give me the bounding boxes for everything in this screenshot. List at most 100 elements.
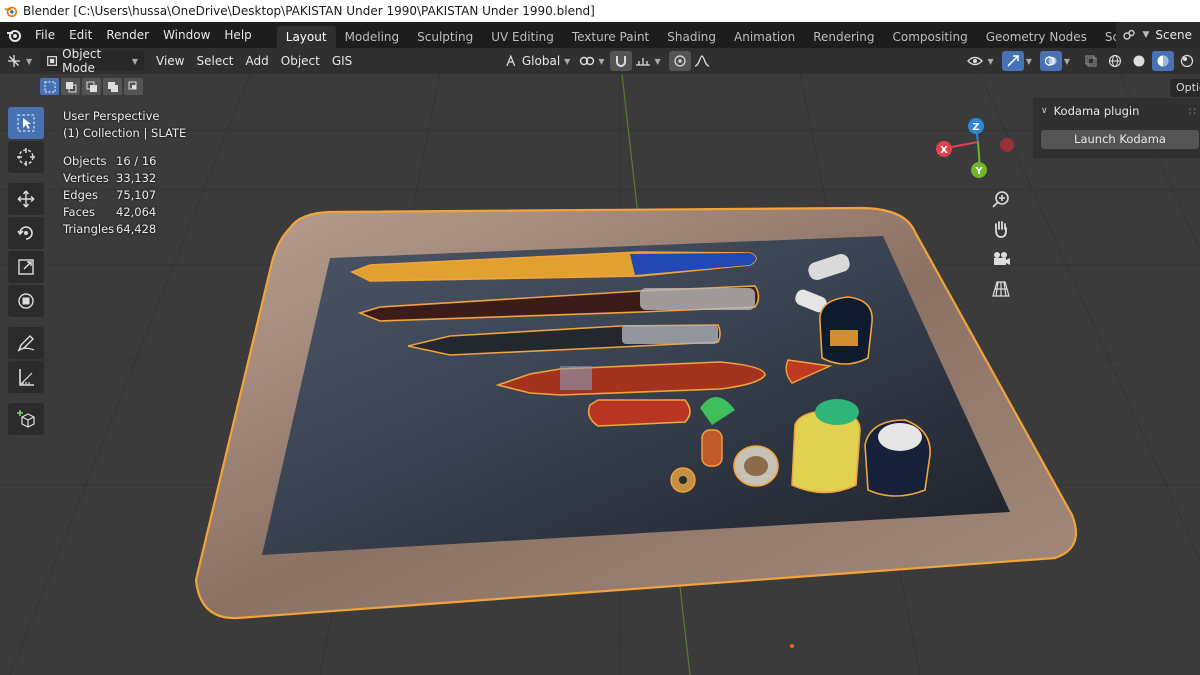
transform-tool[interactable]: [8, 285, 44, 317]
shading-solid-button[interactable]: [1128, 51, 1150, 71]
menu-render[interactable]: Render: [99, 28, 156, 42]
select-intersect-button[interactable]: [124, 78, 143, 95]
stat-label: Vertices: [63, 171, 109, 185]
annotate-tool[interactable]: [8, 327, 44, 359]
red-pen-cap[interactable]: [587, 399, 691, 427]
select-subtract-button[interactable]: [82, 78, 101, 95]
overlays-toggle[interactable]: [1039, 51, 1062, 71]
tab-layout[interactable]: Layout: [276, 26, 336, 48]
scene-selector[interactable]: ▼ Scene: [1116, 22, 1200, 48]
falloff-button[interactable]: [691, 51, 713, 71]
menu-add[interactable]: Add: [240, 51, 275, 71]
camera-view-button[interactable]: [987, 246, 1015, 272]
workspace-tabs: Layout Modeling Sculpting UV Editing Tex…: [276, 22, 1195, 48]
sidebar-panel: ∨ Kodama plugin ∷ Launch Kodama: [1033, 98, 1200, 158]
menu-edit[interactable]: Edit: [62, 28, 99, 42]
xray-toggle[interactable]: [1080, 51, 1102, 71]
tab-texture-paint[interactable]: Texture Paint: [563, 26, 658, 48]
tab-shading[interactable]: Shading: [658, 26, 725, 48]
rotate-tool[interactable]: [8, 217, 44, 249]
snap-target-button[interactable]: [632, 51, 654, 71]
mode-dropdown[interactable]: Object Mode ▼: [40, 47, 144, 75]
blender-menu-button[interactable]: [0, 27, 28, 43]
drag-handle-icon[interactable]: ∷: [1189, 105, 1200, 118]
xray-icon: [1085, 55, 1097, 67]
stat-value: 75,107: [116, 188, 157, 202]
menu-file[interactable]: File: [28, 28, 62, 42]
stat-row: Vertices 33,132: [63, 170, 186, 187]
select-extend-button[interactable]: [61, 78, 80, 95]
kodama-panel-title: Kodama plugin: [1053, 104, 1140, 118]
gizmo-y-label: Y: [974, 166, 983, 177]
editor-type-button[interactable]: ▼: [0, 51, 40, 71]
orientation-icon: [506, 54, 516, 67]
navigation-gizmo[interactable]: Z X Y: [930, 112, 1020, 182]
gizmo-icon: [1007, 55, 1019, 67]
selection-mode-buttons: [40, 78, 143, 95]
tab-modeling[interactable]: Modeling: [336, 26, 409, 48]
ink-bottle-dark[interactable]: [819, 296, 873, 365]
measure-tool[interactable]: [8, 361, 44, 393]
zoom-button[interactable]: [987, 187, 1015, 213]
tab-rendering[interactable]: Rendering: [804, 26, 883, 48]
viewport-info-overlay: User Perspective (1) Collection | SLATE …: [63, 108, 186, 238]
tab-uv-editing[interactable]: UV Editing: [482, 26, 563, 48]
viewport-header: ▼ Object Mode ▼ View Select Add Object G…: [0, 47, 1200, 75]
scale-tool[interactable]: [8, 251, 44, 283]
stat-label: Triangles: [63, 222, 115, 236]
menu-help[interactable]: Help: [217, 28, 258, 42]
tab-compositing[interactable]: Compositing: [883, 26, 976, 48]
pivot-point-button[interactable]: [576, 51, 598, 71]
select-box-tool[interactable]: [8, 107, 44, 139]
move-arrows-icon: [17, 190, 35, 208]
object-mode-icon: [47, 56, 58, 66]
chevron-down-icon: ▼: [26, 56, 33, 66]
tab-animation[interactable]: Animation: [725, 26, 804, 48]
launch-kodama-button[interactable]: Launch Kodama: [1041, 130, 1199, 149]
ink-bottle-blue[interactable]: [864, 419, 931, 497]
ruler-icon: [19, 369, 34, 386]
orientation-label: Global: [521, 54, 561, 68]
collection-label: (1) Collection | SLATE: [63, 126, 187, 140]
gizmo-negative-x-axis[interactable]: [1000, 138, 1014, 152]
cursor-tool[interactable]: [8, 141, 44, 173]
proportional-edit-toggle[interactable]: [668, 51, 691, 71]
menu-view[interactable]: View: [150, 51, 190, 71]
shading-wireframe-button[interactable]: [1104, 51, 1126, 71]
add-cube-icon: [17, 410, 35, 428]
menu-window[interactable]: Window: [156, 28, 217, 42]
wireframe-sphere-icon: [1108, 54, 1122, 68]
select-invert-button[interactable]: [103, 78, 122, 95]
shading-rendered-button[interactable]: [1176, 51, 1198, 71]
shading-material-button[interactable]: [1152, 51, 1174, 71]
menu-object[interactable]: Object: [275, 51, 326, 71]
stat-label: Edges: [63, 188, 98, 202]
menu-select[interactable]: Select: [190, 51, 239, 71]
gizmo-toggle[interactable]: [1001, 51, 1024, 71]
tab-sculpting[interactable]: Sculpting: [408, 26, 482, 48]
zoom-icon: [992, 191, 1009, 208]
select-subtract-icon: [86, 81, 97, 92]
select-invert-icon: [107, 81, 118, 92]
overlays-icon: [1044, 56, 1057, 66]
add-cube-tool[interactable]: [8, 403, 44, 435]
link-icon: [580, 56, 595, 66]
select-new-button[interactable]: [40, 78, 59, 95]
menu-gis[interactable]: GIS: [326, 51, 358, 71]
falloff-curve-icon: [694, 55, 709, 67]
kodama-panel-header[interactable]: ∨ Kodama plugin ∷: [1033, 98, 1200, 124]
move-tool[interactable]: [8, 183, 44, 215]
snap-toggle[interactable]: [610, 51, 633, 71]
chevron-down-icon: ▼: [598, 56, 605, 66]
options-dropdown[interactable]: Optio: [1170, 79, 1200, 97]
tab-geometry-nodes[interactable]: Geometry Nodes: [977, 26, 1096, 48]
transform-orientation-dropdown[interactable]: Global ▼: [498, 51, 576, 71]
chevron-down-icon: ▼: [1063, 56, 1070, 66]
pan-button[interactable]: [987, 216, 1015, 242]
scene-statistics: Objects 16 / 16 Vertices 33,132 Edges 75,10…: [63, 153, 186, 238]
chevron-down-icon: ▼: [1025, 56, 1032, 66]
blender-logo-icon: [7, 30, 21, 42]
perspective-toggle-button[interactable]: [987, 276, 1015, 302]
round-tin[interactable]: [733, 445, 779, 487]
object-visibility-button[interactable]: [964, 51, 986, 71]
